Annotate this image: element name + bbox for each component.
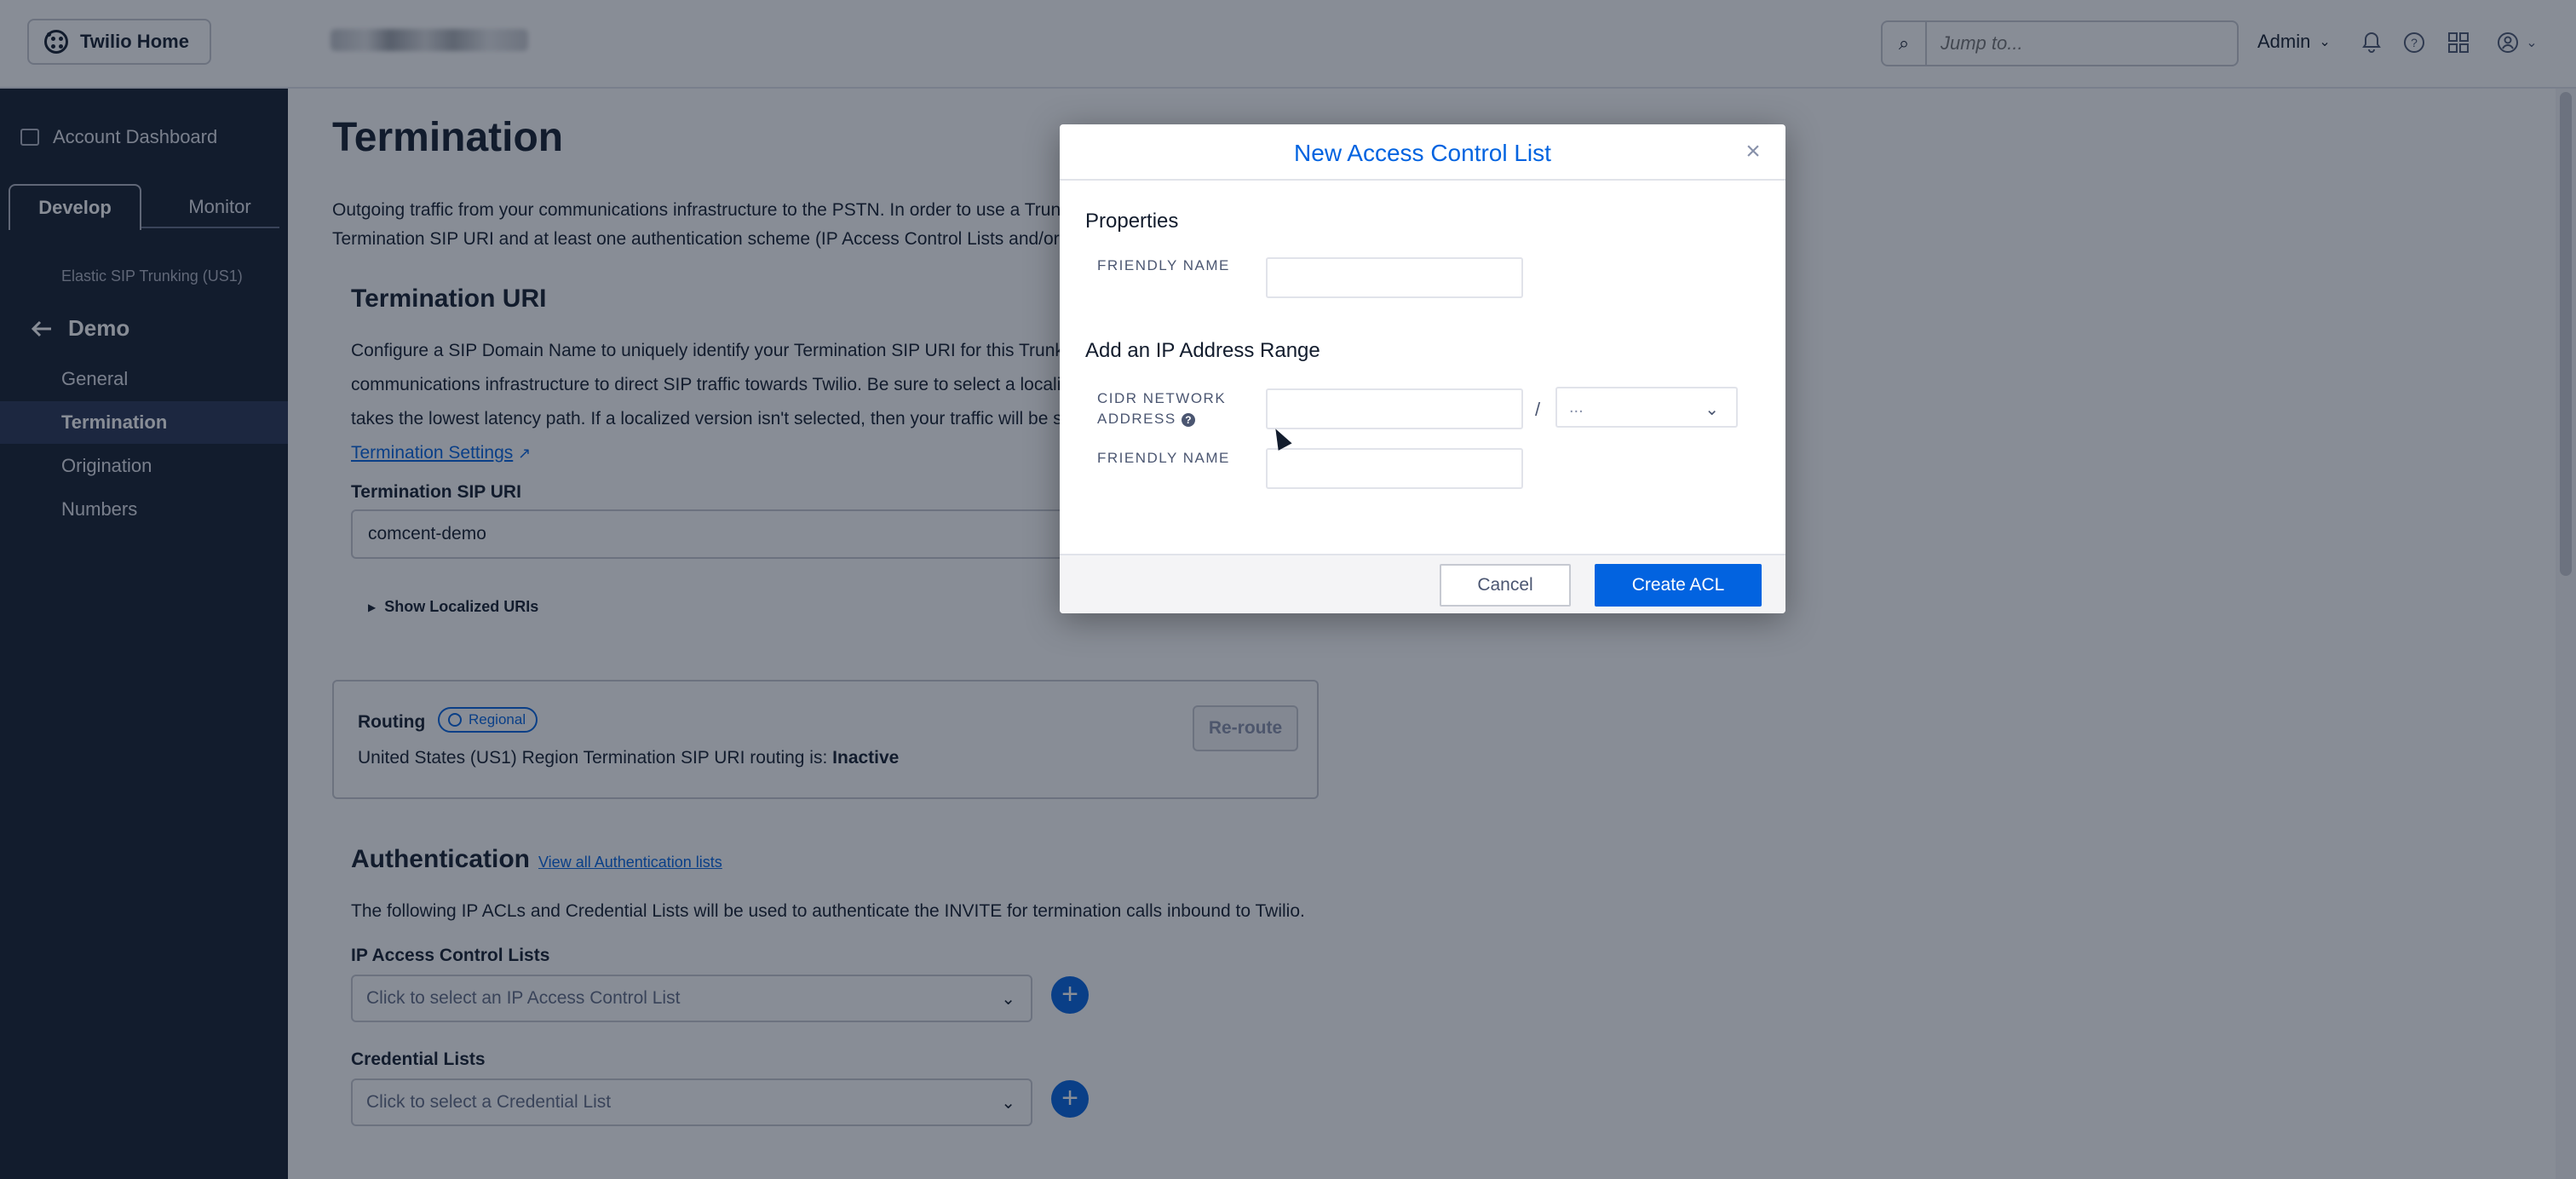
properties-title: Properties — [1085, 210, 1179, 233]
range-friendly-name-label: FRIENDLY NAME — [1097, 450, 1230, 466]
friendly-name-input[interactable] — [1266, 257, 1523, 298]
close-icon[interactable]: × — [1738, 136, 1768, 167]
modal-header: New Access Control List × — [1060, 124, 1785, 181]
cidr-label-line-2: ADDRESS ? — [1097, 409, 1226, 429]
cidr-label-line-1: CIDR NETWORK — [1097, 390, 1227, 406]
friendly-name-label: FRIENDLY NAME — [1097, 257, 1230, 273]
cidr-prefix-select[interactable]: ... ⌄ — [1555, 387, 1738, 428]
help-icon[interactable]: ? — [1181, 412, 1195, 427]
cidr-network-address-label: CIDR NETWORK ADDRESS ? — [1097, 388, 1226, 429]
chevron-down-icon: ⌄ — [1705, 400, 1719, 419]
cancel-button[interactable]: Cancel — [1440, 564, 1571, 607]
cidr-slash: / — [1535, 399, 1541, 420]
modal-title: New Access Control List — [1294, 140, 1551, 166]
cidr-label-line-2-text: ADDRESS — [1097, 411, 1176, 427]
modal-footer: Cancel Create ACL — [1060, 554, 1785, 613]
cidr-prefix-placeholder: ... — [1569, 397, 1584, 417]
ip-range-title: Add an IP Address Range — [1085, 339, 1320, 362]
range-friendly-name-input[interactable] — [1266, 448, 1523, 489]
new-acl-modal: New Access Control List × Properties FRI… — [1060, 124, 1785, 613]
cidr-address-input[interactable] — [1266, 388, 1523, 429]
create-acl-button[interactable]: Create ACL — [1595, 564, 1762, 607]
